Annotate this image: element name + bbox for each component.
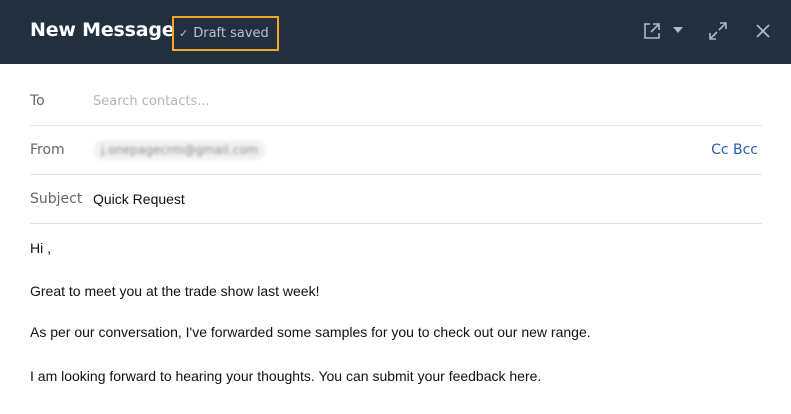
expand-icon[interactable] (707, 20, 729, 42)
external-link-icon[interactable] (641, 20, 663, 42)
to-search-input[interactable] (93, 89, 493, 113)
subject-input[interactable]: Quick Request (93, 191, 185, 207)
cc-bcc-link[interactable]: Cc Bcc (711, 142, 758, 158)
body-line-1: Great to meet you at the trade show last… (30, 283, 320, 299)
body-line-3: I am looking forward to hearing your tho… (30, 368, 542, 384)
body-line-greeting: Hi , (30, 240, 51, 256)
draft-saved-label: Draft saved (193, 26, 269, 41)
subject-label: Subject (30, 191, 83, 207)
from-row: From j.onepagecrm@gmail.com Cc Bcc (30, 126, 762, 175)
subject-row: Subject Quick Request (30, 175, 762, 224)
check-icon: ✓ (179, 27, 189, 40)
close-icon[interactable] (752, 20, 774, 42)
to-label: To (30, 93, 45, 109)
compose-header: New Message ✓ Draft saved (0, 0, 791, 64)
to-row: To (30, 77, 762, 126)
caret-down-icon[interactable] (670, 22, 686, 38)
compose-title: New Message (30, 19, 175, 41)
draft-saved-status: ✓ Draft saved (172, 16, 279, 51)
from-email-value[interactable]: j.onepagecrm@gmail.com (93, 140, 267, 160)
body-line-2: As per our conversation, I've forwarded … (30, 324, 591, 340)
from-label: From (30, 142, 65, 158)
